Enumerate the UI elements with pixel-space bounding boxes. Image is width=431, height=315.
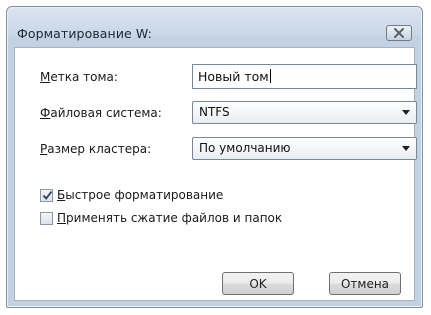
volume-label-caption: Метка тома: [40, 70, 118, 84]
text-caret [269, 69, 271, 83]
chevron-down-icon [402, 110, 410, 115]
compression-label: Применять сжатие файлов и папок [57, 211, 283, 225]
checkmark-icon [42, 190, 53, 200]
format-dialog: Форматирование W: Метка тома: Новый том … [6, 6, 423, 308]
ok-button[interactable]: OK [222, 272, 294, 295]
close-icon [394, 28, 404, 38]
quick-format-checkbox[interactable] [40, 188, 53, 202]
quick-format-option[interactable]: Быстрое форматирование [40, 187, 223, 203]
filesystem-caption: Файловая система: [40, 106, 162, 120]
quick-format-label: Быстрое форматирование [57, 188, 224, 202]
compression-option[interactable]: Применять сжатие файлов и папок [40, 210, 282, 226]
title-bar: Форматирование W: [7, 7, 422, 45]
cluster-size-caption: Размер кластера: [40, 142, 152, 156]
compression-checkbox[interactable] [40, 211, 53, 225]
chevron-down-icon [402, 146, 410, 151]
close-button[interactable] [386, 25, 412, 41]
filesystem-value: NTFS [199, 105, 230, 119]
cluster-size-value: По умолчанию [199, 141, 291, 155]
cluster-size-select[interactable]: По умолчанию [192, 137, 417, 160]
volume-label-input[interactable]: Новый том [192, 64, 417, 89]
filesystem-select[interactable]: NTFS [192, 101, 417, 124]
cancel-button[interactable]: Отмена [329, 272, 401, 295]
dialog-body: Метка тома: Новый том Файловая система: … [14, 47, 417, 301]
dialog-title: Форматирование W: [17, 26, 152, 41]
